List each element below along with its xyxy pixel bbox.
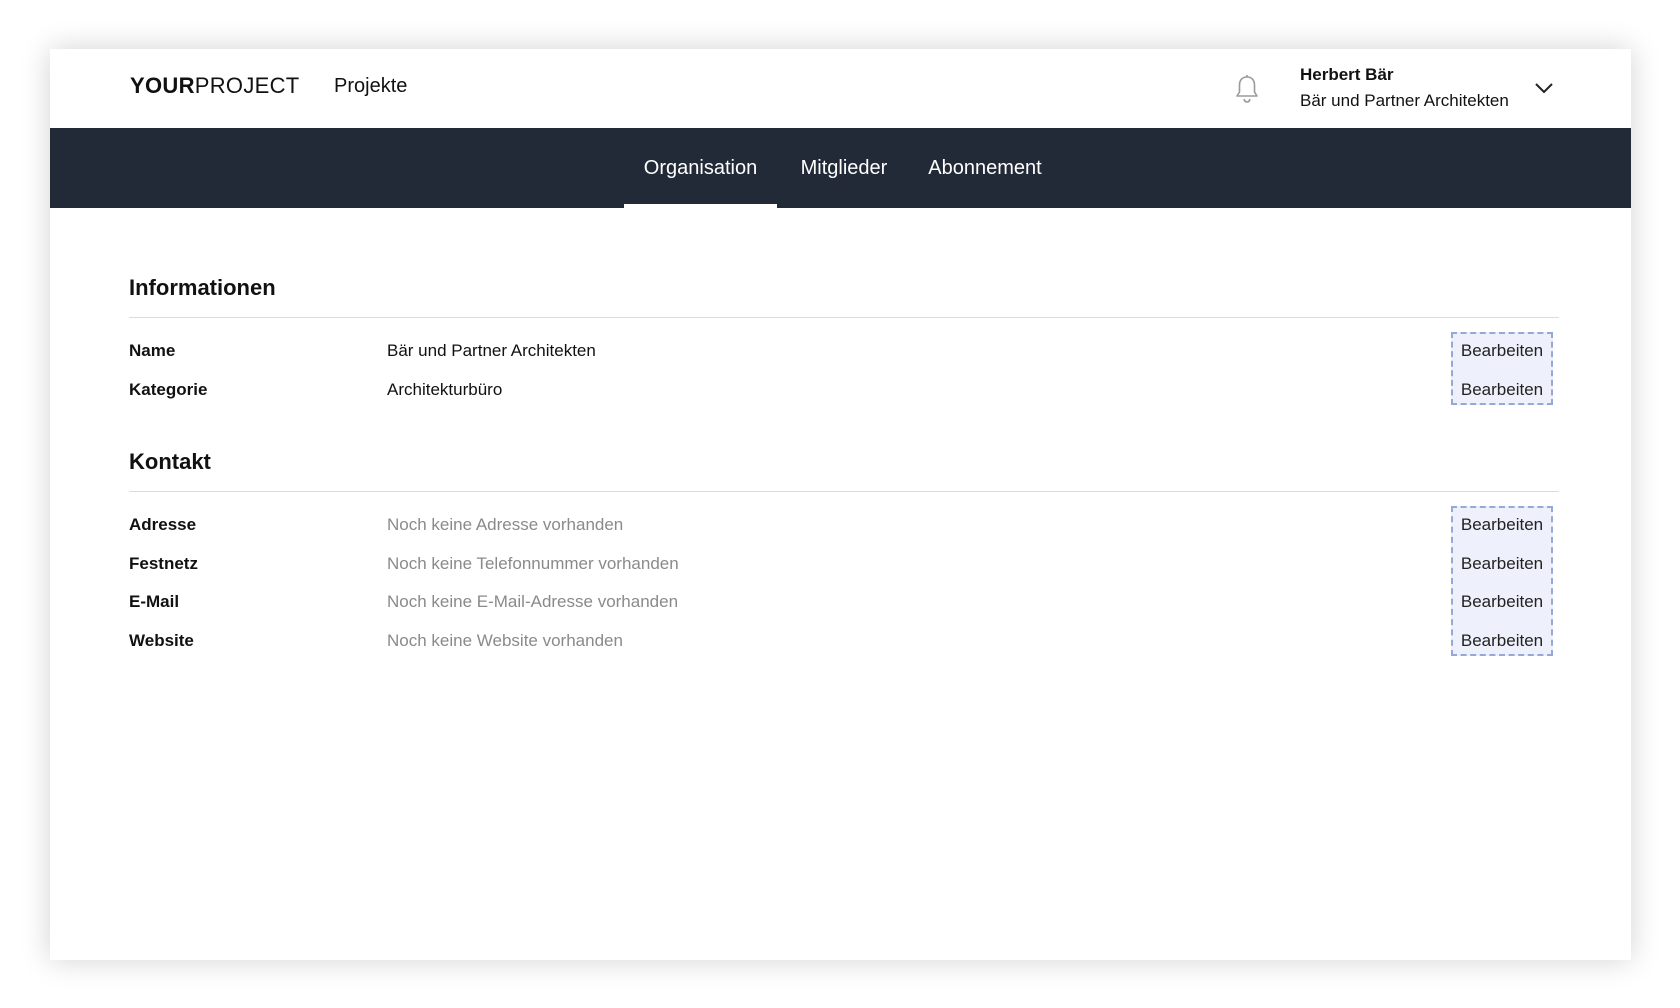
edit-festnetz-button[interactable]: Bearbeiten — [1453, 554, 1551, 574]
value-adresse: Noch keine Adresse vorhanden — [387, 515, 624, 534]
edit-group-informationen: Bearbeiten Bearbeiten — [1451, 332, 1553, 405]
label-kategorie: Kategorie — [129, 380, 208, 399]
value-kategorie: Architekturbüro — [387, 380, 503, 399]
edit-group-kontakt: Bearbeiten Bearbeiten Bearbeiten Bearbei… — [1451, 506, 1553, 656]
tab-mitglieder[interactable]: Mitglieder — [794, 128, 894, 208]
edit-email-button[interactable]: Bearbeiten — [1453, 592, 1551, 612]
tab-organisation[interactable]: Organisation — [624, 128, 777, 208]
value-website: Noch keine Website vorhanden — [387, 631, 623, 650]
app-logo[interactable]: YOURPROJECT — [130, 73, 300, 99]
label-website: Website — [129, 631, 194, 650]
divider — [129, 491, 1559, 492]
value-festnetz: Noch keine Telefonnummer vorhanden — [387, 554, 679, 573]
edit-website-button[interactable]: Bearbeiten — [1453, 631, 1551, 651]
value-name: Bär und Partner Architekten — [387, 341, 596, 360]
label-festnetz: Festnetz — [129, 554, 198, 573]
user-organisation: Bär und Partner Architekten — [1300, 91, 1509, 110]
logo-light-text: PROJECT — [194, 73, 300, 98]
section-title-kontakt: Kontakt — [129, 449, 211, 474]
app-window: YOURPROJECT Projekte Herbert Bär Bär und… — [50, 49, 1631, 960]
section-title-informationen: Informationen — [129, 275, 276, 300]
projects-link[interactable]: Projekte — [334, 75, 407, 98]
edit-adresse-button[interactable]: Bearbeiten — [1453, 515, 1551, 535]
value-email: Noch keine E-Mail-Adresse vorhanden — [387, 592, 679, 611]
chevron-down-icon[interactable] — [1533, 79, 1555, 97]
edit-kategorie-button[interactable]: Bearbeiten — [1453, 380, 1551, 400]
label-adresse: Adresse — [129, 515, 197, 534]
top-header: YOURPROJECT Projekte Herbert Bär Bär und… — [50, 49, 1631, 128]
user-name: Herbert Bär — [1300, 65, 1394, 84]
bell-icon[interactable] — [1232, 73, 1262, 105]
user-menu[interactable]: Herbert Bär Bär und Partner Architekten — [1300, 65, 1509, 111]
edit-name-button[interactable]: Bearbeiten — [1453, 341, 1551, 361]
tab-abonnement[interactable]: Abonnement — [922, 128, 1048, 208]
label-email: E-Mail — [129, 592, 180, 611]
tab-bar: Organisation Mitglieder Abonnement — [50, 128, 1631, 208]
divider — [129, 317, 1559, 318]
logo-bold-text: YOUR — [130, 73, 195, 98]
label-name: Name — [129, 341, 176, 360]
